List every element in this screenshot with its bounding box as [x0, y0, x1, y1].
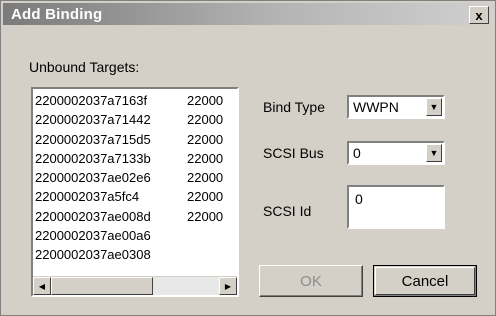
close-icon: x — [475, 7, 483, 23]
list-item[interactable]: 2200002037ae02e6 — [35, 168, 175, 187]
scsi-id-value: 0 — [355, 191, 363, 207]
list-item[interactable]: 22000 — [187, 187, 237, 206]
scsi-id-label: SCSI Id — [263, 203, 312, 219]
bind-type-label: Bind Type — [263, 99, 326, 115]
list-item[interactable]: 22000 — [187, 149, 237, 168]
list-item[interactable]: 2200002037ae0308 — [35, 245, 175, 264]
list-item[interactable]: 2200002037a5fc4 — [35, 187, 175, 206]
arrow-left-icon: ◀ — [38, 281, 46, 291]
cancel-button[interactable]: Cancel — [373, 265, 477, 297]
list-item[interactable]: 22000 — [187, 130, 237, 149]
list-item[interactable]: 22000 — [187, 91, 237, 110]
list-item[interactable]: 2200002037ae008d — [35, 207, 175, 226]
ok-button-label: OK — [300, 272, 322, 290]
scsi-bus-label: SCSI Bus — [263, 145, 324, 161]
list-column-second: 22000 22000 22000 22000 22000 22000 2200… — [187, 91, 237, 226]
ok-button[interactable]: OK — [259, 265, 363, 297]
horizontal-scrollbar[interactable]: ◀ ▶ — [33, 276, 237, 295]
list-item[interactable]: 22000 — [187, 110, 237, 129]
scsi-bus-select[interactable]: 0 ▼ — [347, 141, 445, 165]
bind-type-select[interactable]: WWPN ▼ — [347, 95, 445, 119]
list-item[interactable]: 2200002037a71442 — [35, 110, 175, 129]
list-item[interactable]: 2200002037a7163f — [35, 91, 175, 110]
list-item[interactable]: 22000 — [187, 207, 237, 226]
cancel-button-label: Cancel — [401, 272, 449, 290]
bind-type-dropdown-button[interactable]: ▼ — [426, 98, 442, 116]
unbound-targets-list[interactable]: 2200002037a7163f 2200002037a71442 220000… — [31, 87, 239, 297]
title-bar[interactable]: Add Binding x — [3, 3, 493, 25]
bind-type-value: WWPN — [353, 99, 399, 115]
scsi-bus-dropdown-button[interactable]: ▼ — [426, 144, 442, 162]
scsi-id-input[interactable]: 0 — [347, 185, 445, 229]
chevron-down-icon: ▼ — [429, 102, 439, 112]
close-button[interactable]: x — [469, 6, 489, 24]
list-item[interactable]: 2200002037a7133b — [35, 149, 175, 168]
chevron-down-icon: ▼ — [429, 148, 439, 158]
scroll-right-button[interactable]: ▶ — [219, 277, 237, 295]
scroll-left-button[interactable]: ◀ — [33, 277, 51, 295]
scsi-bus-value: 0 — [353, 145, 361, 161]
scroll-thumb[interactable] — [51, 277, 153, 295]
arrow-right-icon: ▶ — [224, 281, 232, 291]
list-item[interactable]: 2200002037ae00a6 — [35, 226, 175, 245]
list-item[interactable]: 2200002037a715d5 — [35, 130, 175, 149]
list-column-wwpn: 2200002037a7163f 2200002037a71442 220000… — [35, 91, 175, 265]
unbound-targets-label: Unbound Targets: — [29, 59, 140, 75]
add-binding-dialog: Add Binding x Unbound Targets: 220000203… — [0, 0, 496, 316]
window-title: Add Binding — [11, 6, 103, 23]
list-item[interactable]: 22000 — [187, 168, 237, 187]
